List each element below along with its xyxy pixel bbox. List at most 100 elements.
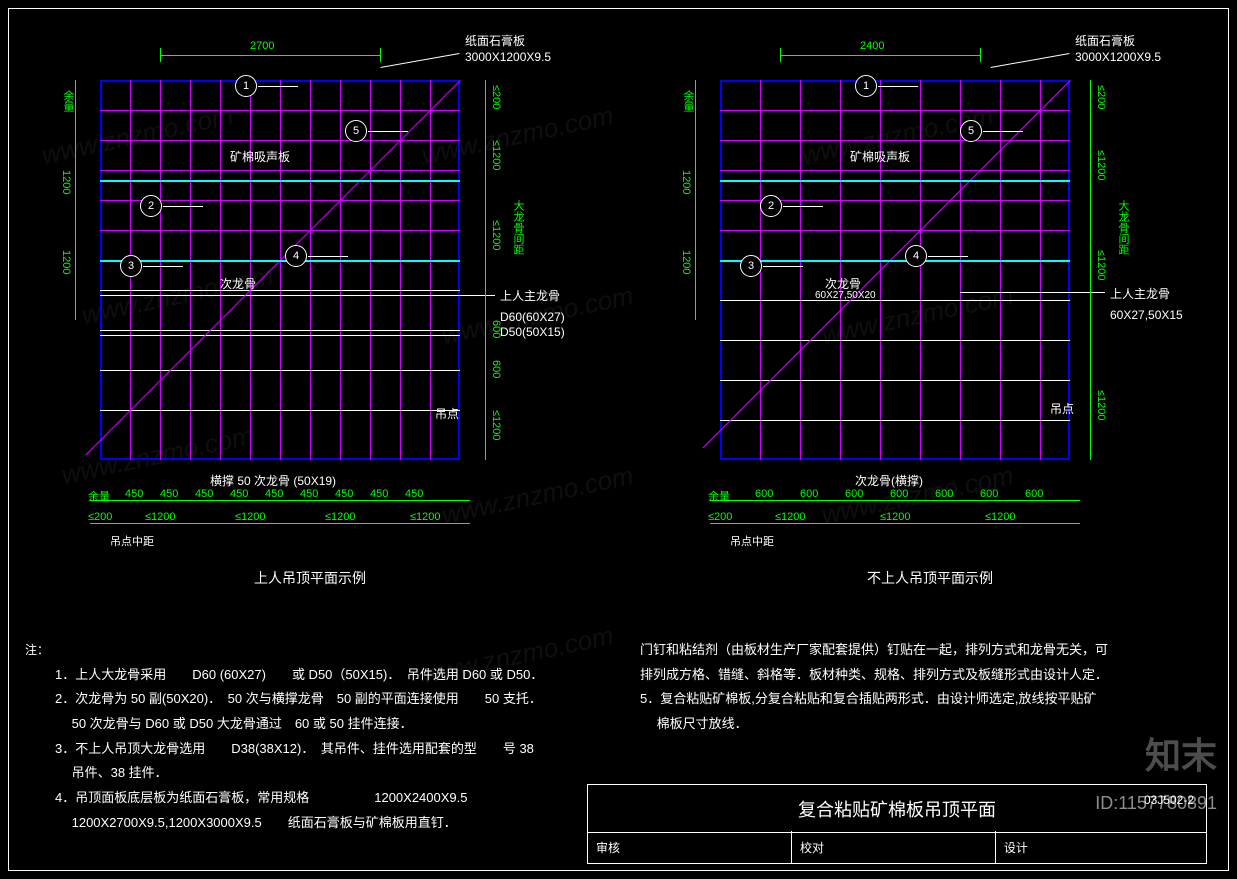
label-bottom-keel: 次龙骨(横撑) [855, 472, 923, 489]
marker-num: 2 [768, 200, 774, 212]
dim-b7: 600 [1025, 488, 1043, 500]
grid-hw [100, 410, 460, 411]
grid-hw [720, 340, 1070, 341]
grid-v [920, 80, 921, 460]
label-mineral-panel: 矿棉吸声板 [230, 148, 290, 165]
dim-tick [160, 48, 161, 62]
dim-bg2: ≤1200 [235, 511, 266, 523]
label-bottom-keel: 横撑 50 次龙骨 (50X19) [210, 472, 336, 489]
marker-4: 4 [285, 245, 307, 267]
dim-b5: 450 [265, 488, 283, 500]
label-gypsum-spec: 3000X1200X9.5 [1075, 50, 1161, 64]
grid-v [1000, 80, 1001, 460]
label-hang-dist: 吊点中距 [730, 533, 774, 549]
label-subkeel: 次龙骨 [220, 275, 256, 292]
marker-1: 1 [235, 75, 257, 97]
marker-num: 5 [968, 125, 974, 137]
dim-top [160, 55, 380, 56]
dim-right [485, 80, 486, 460]
marker-num: 2 [148, 200, 154, 212]
dim-b7: 450 [335, 488, 353, 500]
dim-r2: ≤1200 [1095, 250, 1107, 281]
grid-h [720, 110, 1070, 111]
dim-b8: 450 [370, 488, 388, 500]
label-gypsum: 纸面石膏板 [465, 32, 525, 49]
marker-num: 3 [128, 260, 134, 272]
grid-h [100, 230, 460, 231]
dim-bg4: ≤1200 [410, 511, 441, 523]
cyan-line [100, 260, 460, 262]
grid-hw [720, 300, 1070, 301]
dim-r5: ≤1200 [490, 410, 502, 441]
label-gypsum-spec: 3000X1200X9.5 [465, 50, 551, 64]
grid-v [220, 80, 221, 460]
label-hang-dist: 吊点中距 [110, 533, 154, 549]
dim-r0: ≤200 [490, 85, 502, 109]
title-block-row: 审核 校对 设计 [588, 831, 1206, 863]
grid-v [430, 80, 431, 460]
grid-hw [100, 290, 460, 291]
dim-top-value: 2700 [250, 40, 274, 52]
dim-bg0: ≤200 [708, 511, 732, 523]
tb-design: 设计 [996, 831, 1206, 863]
brand-watermark: 知末 [1145, 727, 1217, 779]
note-line: 5．复合粘贴矿棉板,分复合粘贴和复合插贴两形式．由设计师选定,放线按平贴矿 [640, 687, 1180, 712]
label-keelspec1: 60X27,50X15 [1110, 308, 1183, 322]
dim-b5: 600 [935, 488, 953, 500]
dim-b3: 450 [195, 488, 213, 500]
marker-num: 1 [243, 80, 249, 92]
label-mainkeel: 上人主龙骨 [500, 287, 560, 304]
note-line: 3．不上人吊顶大龙骨选用 D38(38X12)． 其吊件、挂件选用配套的型 号 … [55, 737, 605, 762]
grid-h [100, 140, 460, 141]
dim-bg2: ≤1200 [880, 511, 911, 523]
dim-bg0: ≤200 [88, 511, 112, 523]
dim-r3: ≤1200 [1095, 390, 1107, 421]
marker-2: 2 [760, 195, 782, 217]
grid-v [400, 80, 401, 460]
label-keelspec2: D50(50X15) [500, 325, 565, 339]
dim-r3: 600 [490, 320, 502, 338]
dim-b1: 600 [755, 488, 773, 500]
label-gypsum: 纸面石膏板 [1075, 32, 1135, 49]
grid-h [720, 140, 1070, 141]
grid-hw [720, 380, 1070, 381]
grid-v [160, 80, 161, 460]
dim-tick [980, 48, 981, 62]
marker-num: 4 [293, 250, 299, 262]
dim-s2: 1200 [680, 250, 692, 274]
label-mineral-panel: 矿棉吸声板 [850, 148, 910, 165]
tb-review: 审核 [588, 831, 792, 863]
tb-check: 校对 [792, 831, 996, 863]
grid-v [280, 80, 281, 460]
dim-side-余量: 余量 [60, 90, 76, 112]
leader [960, 292, 1105, 293]
dim-bottom [90, 500, 470, 501]
leader [340, 295, 495, 296]
dim-b1: 450 [125, 488, 143, 500]
label-mainkeel: 上人主龙骨 [1110, 285, 1170, 302]
dim-bg3: ≤1200 [985, 511, 1016, 523]
notes-head: 注： [25, 643, 49, 657]
label-hangpoint: 吊点 [435, 405, 459, 422]
dim-side [695, 80, 696, 320]
cyan-line [720, 260, 1070, 262]
grid-hw [100, 330, 460, 331]
dim-side-1200b: 1200 [60, 250, 72, 274]
plan-boundary [720, 80, 1070, 460]
note-line: 1．上人大龙骨采用 D60 (60X27) 或 D50（50X15)． 吊件选用… [55, 663, 605, 688]
marker-3: 3 [120, 255, 142, 277]
grid-h [720, 230, 1070, 231]
dim-b6: 450 [300, 488, 318, 500]
dim-top-value: 2400 [860, 40, 884, 52]
image-id: ID:1157780891 [1095, 793, 1217, 814]
dim-right-label: 大龙骨间距 [510, 200, 526, 255]
dim-right [1090, 80, 1091, 460]
dim-b0: 余量 [88, 488, 110, 504]
grid-hw [720, 420, 1070, 421]
plan-left-title: 上人吊顶平面示例 [160, 568, 460, 588]
dim-bottom2 [90, 523, 470, 524]
dim-side-1200a: 1200 [60, 170, 72, 194]
note-line: 门钉和粘结剂（由板材生产厂家配套提供）钉贴在一起，排列方式和龙骨无关，可 [640, 638, 1180, 663]
dim-bottom2 [710, 523, 1080, 524]
grid-v [1040, 80, 1041, 460]
